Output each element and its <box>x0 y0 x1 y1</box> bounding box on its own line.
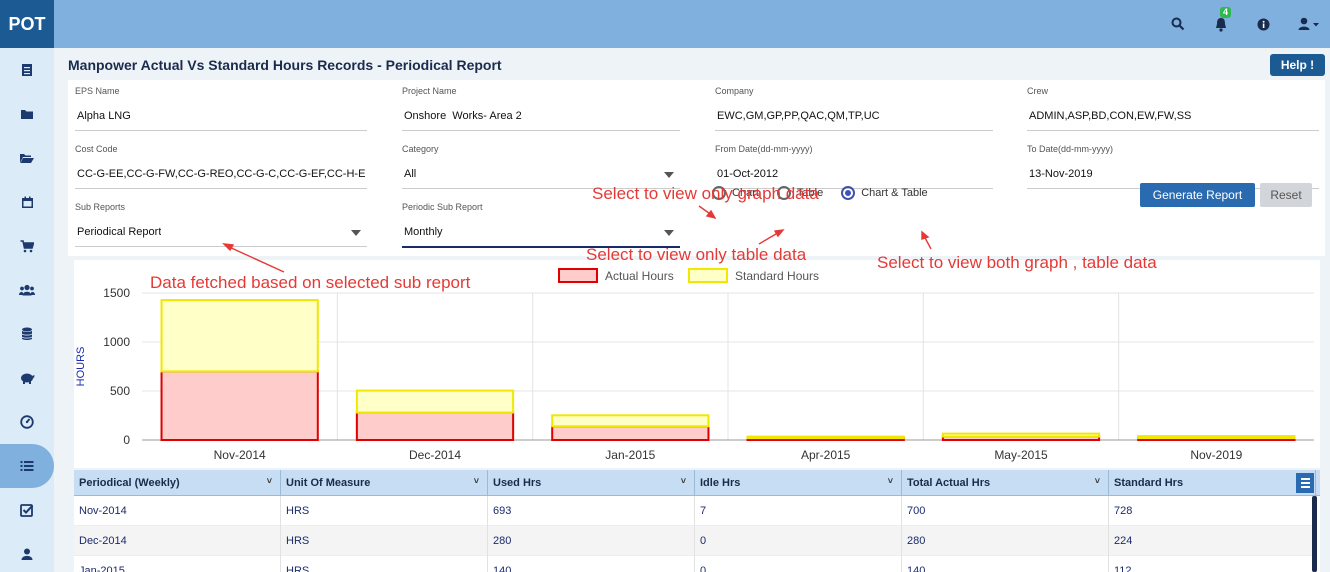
top-bar: POT 4 <box>0 0 1330 48</box>
column-header-label: Total Actual Hrs <box>907 477 991 489</box>
x-tick-label: Jan-2015 <box>605 448 655 462</box>
table-cell: Nov-2014 <box>74 496 281 526</box>
chevron-down-icon[interactable]: ˅ <box>267 476 272 486</box>
y-tick-label: 0 <box>123 433 130 447</box>
x-tick-label: Dec-2014 <box>409 448 461 462</box>
table-cell: Jan-2015 <box>74 556 281 572</box>
table-cell: 7 <box>695 496 902 526</box>
x-tick-label: May-2015 <box>994 448 1048 462</box>
checklist-icon <box>20 504 34 517</box>
x-tick-label: Nov-2014 <box>214 448 266 462</box>
table-cell: Dec-2014 <box>74 526 281 556</box>
table-cell: 140 <box>902 556 1109 572</box>
main-content: Manpower Actual Vs Standard Hours Record… <box>62 48 1330 572</box>
column-header-label: Standard Hrs <box>1114 477 1184 489</box>
sidebar-item-checklist[interactable] <box>0 488 54 532</box>
table-cell: HRS <box>281 496 488 526</box>
bar-standard-5 <box>1137 435 1296 440</box>
column-header-label: Idle Hrs <box>700 477 741 489</box>
bar-standard-0 <box>160 299 319 373</box>
y-tick-label: 500 <box>110 384 130 398</box>
column-menu-icon[interactable] <box>1296 473 1314 493</box>
piggy-bank-icon <box>21 373 35 384</box>
chevron-down-icon[interactable]: ˅ <box>681 476 686 486</box>
table-cell: 693 <box>488 496 695 526</box>
bar-standard-1 <box>355 389 515 414</box>
folder-icon <box>21 110 33 119</box>
column-header[interactable]: Unit Of Measure ˅ <box>281 470 488 496</box>
bell-icon[interactable]: 4 <box>1211 7 1232 34</box>
table-cell: 112 <box>1109 556 1316 572</box>
table-cell: 280 <box>902 526 1109 556</box>
sidebar-item-person[interactable] <box>0 532 54 572</box>
sidebar-item-dashboard[interactable] <box>0 400 54 444</box>
sidebar-item-calendar[interactable] <box>0 180 54 224</box>
table-row[interactable]: Dec-2014 HRS 280 0 280 224 <box>74 526 1316 556</box>
x-tick-label: Nov-2019 <box>1190 448 1242 462</box>
notification-badge: 4 <box>1220 7 1232 18</box>
y-axis-label: HOURS <box>75 347 87 387</box>
sidebar-item-folder[interactable] <box>0 92 54 136</box>
bar-standard-2 <box>551 414 710 428</box>
dashboard-icon <box>20 415 34 429</box>
report-table: Periodical (Weekly) ˅ Unit Of Measure ˅ Used… <box>74 470 1320 572</box>
app-logo[interactable]: POT <box>0 0 54 48</box>
table-cell: HRS <box>281 556 488 572</box>
sidebar <box>0 48 54 572</box>
search-icon[interactable] <box>1168 14 1188 34</box>
list-icon <box>20 461 34 471</box>
info-icon[interactable] <box>1253 14 1273 34</box>
sidebar-item-piggy-bank[interactable] <box>0 356 54 400</box>
chevron-down-icon[interactable]: ˅ <box>1095 476 1100 486</box>
table-cell: 728 <box>1109 496 1316 526</box>
bar-actual-1 <box>355 411 515 441</box>
table-cell: 140 <box>488 556 695 572</box>
sidebar-item-folder-open[interactable] <box>0 136 54 180</box>
bar-standard-4 <box>941 432 1101 438</box>
sidebar-item-database[interactable] <box>0 312 54 356</box>
database-icon <box>21 327 33 340</box>
x-tick-label: Apr-2015 <box>801 448 851 462</box>
calendar-icon <box>21 196 33 208</box>
column-header[interactable]: Standard Hrs˅ <box>1109 470 1316 496</box>
bar-actual-2 <box>551 425 710 441</box>
chevron-down-icon[interactable]: ˅ <box>888 476 893 486</box>
table-cell: 280 <box>488 526 695 556</box>
sidebar-item-users[interactable] <box>0 268 54 312</box>
person-icon <box>21 548 33 560</box>
table-row[interactable]: Jan-2015 HRS 140 0 140 112 <box>74 556 1316 572</box>
user-menu-icon[interactable] <box>1294 14 1324 34</box>
sidebar-item-cart[interactable] <box>0 224 54 268</box>
annotation-arrows <box>222 205 932 273</box>
y-tick-label: 1000 <box>103 335 130 349</box>
table-header: Periodical (Weekly) ˅ Unit Of Measure ˅ Used… <box>74 470 1320 496</box>
bar-standard-3 <box>746 435 905 440</box>
column-header-label: Unit Of Measure <box>286 477 371 489</box>
column-header-label: Periodical (Weekly) <box>79 477 180 489</box>
column-header[interactable]: Idle Hrs ˅ <box>695 470 902 496</box>
users-icon <box>19 284 35 296</box>
table-cell: 0 <box>695 526 902 556</box>
sidebar-item-document[interactable] <box>0 48 54 92</box>
bar-actual-0 <box>160 370 319 441</box>
table-cell: 224 <box>1109 526 1316 556</box>
table-row[interactable]: Nov-2014 HRS 693 7 700 728 <box>74 496 1316 526</box>
table-scrollbar[interactable] <box>1312 496 1317 572</box>
table-cell: 700 <box>902 496 1109 526</box>
column-header[interactable]: Used Hrs ˅ <box>488 470 695 496</box>
chevron-down-icon[interactable]: ˅ <box>474 476 479 486</box>
sidebar-item-list[interactable] <box>0 444 54 488</box>
column-header-label: Used Hrs <box>493 477 542 489</box>
table-cell: 0 <box>695 556 902 572</box>
folder-open-icon <box>20 154 34 163</box>
cart-icon <box>20 239 34 252</box>
column-header[interactable]: Periodical (Weekly) ˅ <box>74 470 281 496</box>
column-header[interactable]: Total Actual Hrs ˅ <box>902 470 1109 496</box>
document-icon <box>22 64 32 76</box>
table-cell: HRS <box>281 526 488 556</box>
